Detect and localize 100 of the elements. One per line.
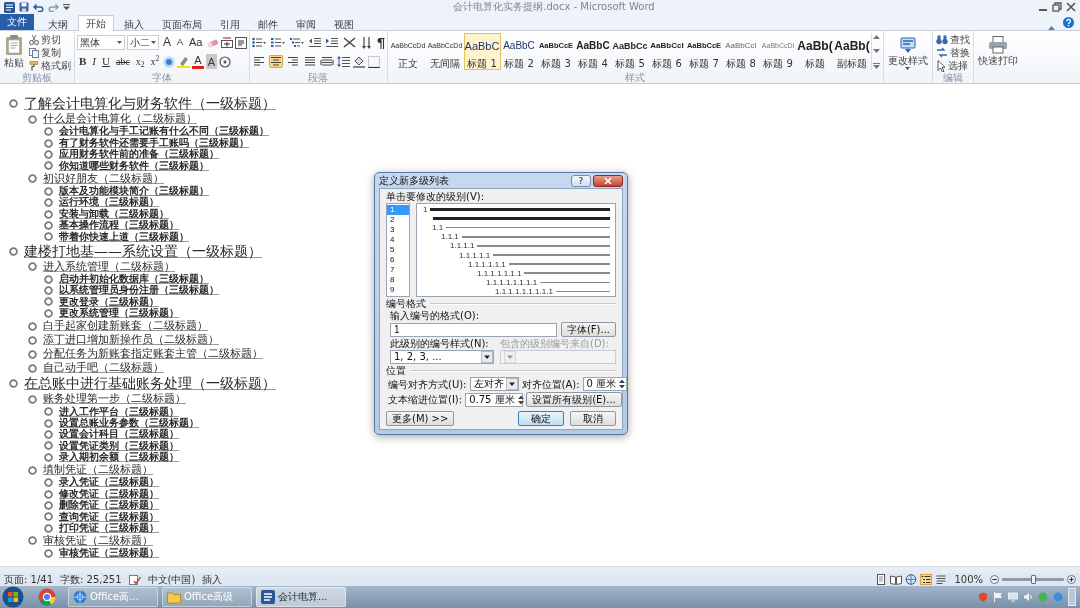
gallery-down-icon[interactable] [872,48,880,54]
font-size-glyph-button[interactable]: Aa [187,35,205,50]
style-gallery-item[interactable]: AaBbCcI 标题 6 [648,33,686,70]
outline-bullet-icon[interactable] [28,174,37,184]
style-gallery-item[interactable]: AaBb( 标题 [796,33,834,70]
draft-view-icon[interactable] [935,574,948,585]
align-at-spinner[interactable]: 0 厘米 [582,377,627,391]
copy-button[interactable]: 复制 [28,46,72,59]
outline-bullet-icon[interactable] [44,478,53,488]
redo-icon[interactable] [48,2,59,12]
zoom-slider-thumb[interactable] [1031,575,1036,584]
word-count[interactable]: 字数: 25,251 [60,573,122,586]
ribbon-tab[interactable]: 引用 [212,16,248,31]
word-app-icon[interactable] [4,1,15,13]
gallery-up-icon[interactable] [872,34,880,39]
style-gallery-item[interactable]: AaBbCcI 标题 8 [722,33,760,70]
outline-bullet-icon[interactable] [44,209,53,219]
save-icon[interactable] [19,2,29,12]
flag-tray-icon[interactable] [993,592,1003,602]
zoom-in-icon[interactable] [1067,575,1076,584]
outline-bullet-icon[interactable] [44,430,53,440]
line-spacing-icon[interactable] [336,56,350,67]
align-justify-icon[interactable] [302,55,317,68]
caret-icon[interactable] [151,41,156,44]
outline-bullet-icon[interactable] [44,232,53,242]
align-left-icon[interactable] [251,55,266,68]
select-button[interactable]: 选择 [934,59,969,72]
ribbon-tab[interactable]: 审阅 [288,16,324,31]
outline-bullet-icon[interactable] [44,407,53,417]
outline-bullet-icon[interactable] [44,149,53,159]
spin-arrows-icon[interactable] [618,378,627,390]
font-size-glyph-button[interactable]: A [161,35,173,50]
format-glyph-button[interactable]: x$_{2}$ [133,54,147,69]
find-button[interactable]: 查找 [934,33,971,46]
outline-bullet-icon[interactable] [44,308,53,318]
font-size-combo[interactable]: 小二 [127,35,159,50]
outline-bullet-icon[interactable] [9,246,18,256]
format-glyph-button[interactable]: U [100,54,112,69]
undo-icon[interactable] [33,2,44,12]
align-distributed-icon[interactable] [319,55,334,68]
outline-bullet-icon[interactable] [28,114,37,124]
style-gallery-item[interactable]: AaBb( 副标题 [833,33,871,70]
outline-view-icon[interactable] [920,574,933,585]
print-view-icon[interactable] [875,574,888,585]
sort-icon[interactable] [360,36,372,49]
align-right-icon[interactable] [285,55,300,68]
style-gallery-item[interactable]: AaBbC 标题 2 [500,33,538,70]
nested-list-icon[interactable] [289,37,304,48]
web-view-icon[interactable] [905,574,918,585]
level-list-item[interactable]: 7 [387,265,409,275]
help-icon[interactable] [1063,17,1074,28]
outline-bullet-icon[interactable] [44,274,53,284]
format-painter-button[interactable]: 格式刷 [28,59,72,72]
style-gallery-item[interactable]: AaBbC 标题 4 [574,33,612,70]
numbering-style-combo[interactable]: 1, 2, 3, ... [390,350,494,364]
monitor-tray-icon[interactable] [1008,592,1018,602]
outline-bullet-icon[interactable] [44,220,53,230]
ribbon-tab[interactable]: 邮件 [250,16,286,31]
close-icon[interactable] [1066,2,1076,12]
ribbon-tab[interactable]: 页面布局 [154,16,210,31]
horizontal-scrollbar[interactable] [0,566,1080,573]
spin-arrows-icon[interactable] [516,393,525,406]
format-glyph-button[interactable]: abc [113,54,132,69]
more-button[interactable]: 更多(M) >> [386,411,455,426]
page-check-icon[interactable] [128,574,141,585]
browser-icon[interactable] [38,588,56,606]
style-gallery-item[interactable]: AaBbCc 标题 5 [611,33,649,70]
outline-bullet-icon[interactable] [44,186,53,196]
customize-caret-icon[interactable] [63,4,70,10]
file-tab[interactable]: 文件 [0,14,34,30]
caret-icon[interactable] [117,41,122,44]
outline-bullet-icon[interactable] [44,138,53,148]
outdent-icon[interactable] [308,37,321,48]
ribbon-tab[interactable]: 开始 [78,15,114,31]
paragraph-mark-icon[interactable] [376,36,385,49]
change-styles-button[interactable]: 更改样式 [885,33,930,71]
indent-spinner[interactable]: 0.75 厘米 [465,392,524,407]
replace-button[interactable]: 替换 [934,46,971,59]
font-button[interactable]: 字体(F)... [560,322,616,337]
outline-bullet-icon[interactable] [44,441,53,451]
style-gallery-item[interactable]: AaBbC 标题 1 [463,33,501,70]
outline-bullet-icon[interactable] [44,489,53,499]
glow-circle-icon[interactable] [163,55,176,68]
outline-bullet-icon[interactable] [9,379,18,389]
outline-bullet-icon[interactable] [44,501,53,510]
font-color-glyph-button[interactable]: A [192,54,204,69]
level-list-item[interactable]: 3 [387,225,409,235]
format-glyph-button[interactable]: I [90,54,98,69]
bullets-icon[interactable] [251,37,266,48]
outline-bullet-icon[interactable] [28,349,37,359]
font-size-glyph-button[interactable]: A [175,35,186,50]
outline-bullet-icon[interactable] [44,523,53,533]
ok-button[interactable]: 确定 [518,411,564,426]
outline-bullet-icon[interactable] [28,536,37,546]
outline-bullet-icon[interactable] [44,161,53,171]
outline-bullet-icon[interactable] [28,262,37,271]
speaker-tray-icon[interactable] [1023,592,1033,602]
ribbon-tab[interactable]: 大纲 [40,16,76,31]
level-list-item[interactable]: 4 [387,235,409,245]
highlighter-icon[interactable] [177,55,191,68]
